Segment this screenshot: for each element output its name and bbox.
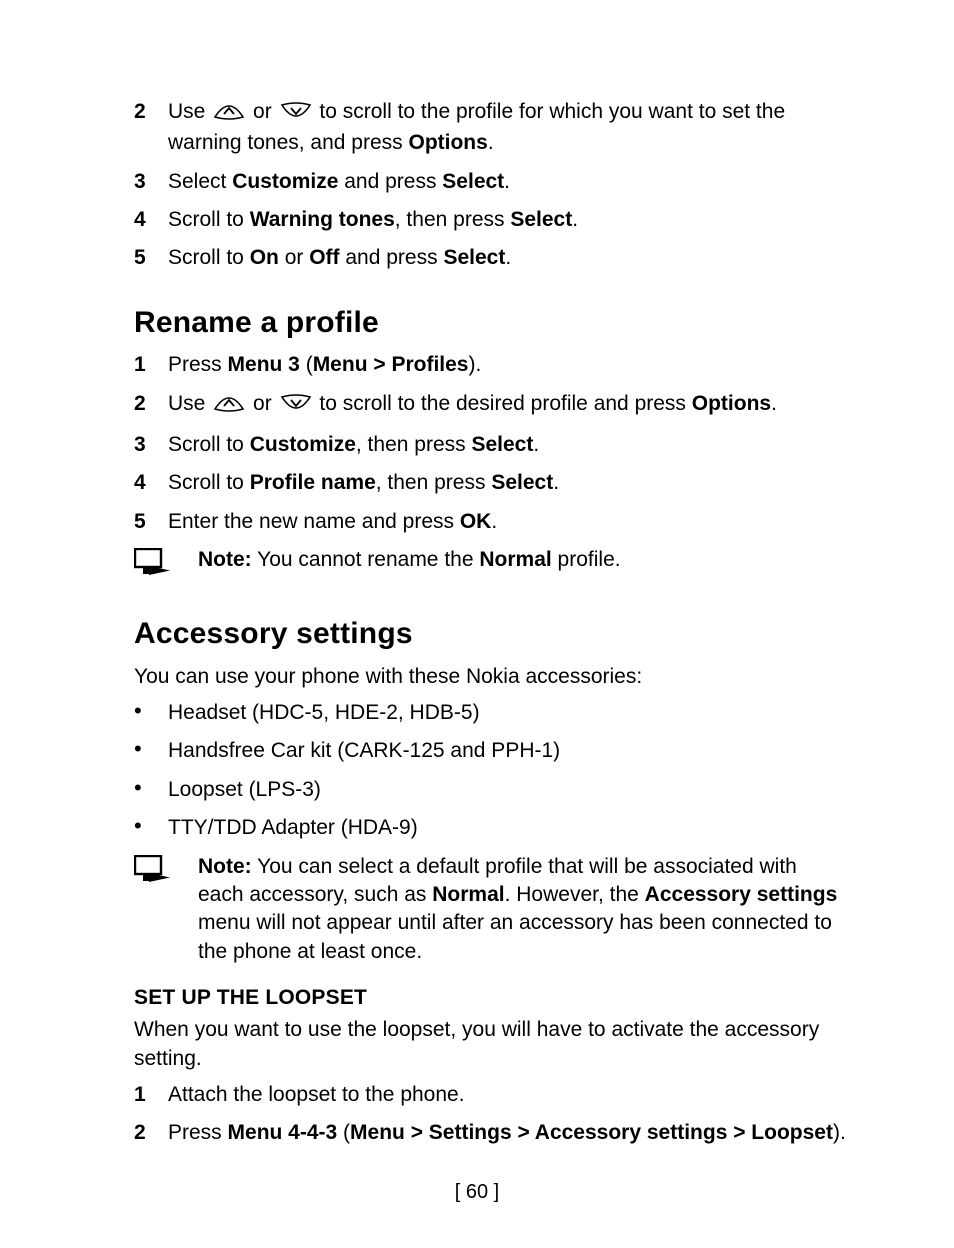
- note-block: Note: You can select a default profile t…: [134, 853, 848, 966]
- accessory-intro: You can use your phone with these Nokia …: [134, 663, 848, 691]
- scroll-up-icon: [212, 101, 246, 129]
- list-item: •Handsfree Car kit (CARK-125 and PPH-1): [134, 737, 848, 765]
- step-number: 4: [134, 206, 168, 234]
- bullet-icon: •: [134, 814, 168, 838]
- scroll-down-icon: [279, 393, 313, 421]
- note-text: Note: You cannot rename the Normal profi…: [198, 546, 848, 574]
- bullet-icon: •: [134, 737, 168, 761]
- note-icon: [134, 853, 198, 891]
- step-body: Press Menu 4-4-3 (Menu > Settings > Acce…: [168, 1119, 848, 1147]
- bullet-icon: •: [134, 699, 168, 723]
- step-item: 1 Press Menu 3 (Menu > Profiles).: [134, 351, 848, 379]
- loopset-steps: 1 Attach the loopset to the phone. 2 Pre…: [134, 1081, 848, 1148]
- step-item: 5 Enter the new name and press OK.: [134, 508, 848, 536]
- heading-accessory-settings: Accessory settings: [134, 614, 848, 655]
- list-item: •Headset (HDC-5, HDE-2, HDB-5): [134, 699, 848, 727]
- scroll-down-icon: [279, 101, 313, 129]
- step-number: 1: [134, 351, 168, 379]
- loopset-intro: When you want to use the loopset, you wi…: [134, 1016, 848, 1073]
- note-icon: [134, 546, 198, 584]
- step-body: Scroll to Profile name, then press Selec…: [168, 469, 848, 497]
- step-item: 3 Select Customize and press Select.: [134, 168, 848, 196]
- step-body: Scroll to Customize, then press Select.: [168, 431, 848, 459]
- step-item: 4 Scroll to Warning tones, then press Se…: [134, 206, 848, 234]
- step-number: 3: [134, 168, 168, 196]
- step-number: 1: [134, 1081, 168, 1109]
- warning-tones-steps: 2 Use or to scroll to the profile: [134, 98, 848, 273]
- step-body: Press Menu 3 (Menu > Profiles).: [168, 351, 848, 379]
- step-item: 1 Attach the loopset to the phone.: [134, 1081, 848, 1109]
- step-body: Enter the new name and press OK.: [168, 508, 848, 536]
- step-number: 2: [134, 390, 168, 418]
- step-item: 3 Scroll to Customize, then press Select…: [134, 431, 848, 459]
- heading-rename-profile: Rename a profile: [134, 303, 848, 344]
- manual-page: 2 Use or to scroll to the profile: [0, 0, 954, 1248]
- step-body: Use or to scroll to the profile for whic…: [168, 98, 848, 158]
- step-body: Use or to scroll to the desired profile …: [168, 390, 848, 421]
- rename-profile-steps: 1 Press Menu 3 (Menu > Profiles). 2 Use …: [134, 351, 848, 536]
- step-number: 4: [134, 469, 168, 497]
- note-text: Note: You can select a default profile t…: [198, 853, 848, 966]
- list-item: •Loopset (LPS-3): [134, 776, 848, 804]
- accessory-list: •Headset (HDC-5, HDE-2, HDB-5) •Handsfre…: [134, 699, 848, 842]
- step-item: 2 Use or to scroll to the profile: [134, 98, 848, 158]
- step-body: Attach the loopset to the phone.: [168, 1081, 848, 1109]
- list-item: •TTY/TDD Adapter (HDA-9): [134, 814, 848, 842]
- bullet-icon: •: [134, 776, 168, 800]
- step-number: 2: [134, 1119, 168, 1147]
- heading-loopset: SET UP THE LOOPSET: [134, 984, 848, 1012]
- step-body: Select Customize and press Select.: [168, 168, 848, 196]
- note-block: Note: You cannot rename the Normal profi…: [134, 546, 848, 584]
- step-number: 3: [134, 431, 168, 459]
- step-number: 5: [134, 508, 168, 536]
- page-number: [ 60 ]: [0, 1179, 954, 1206]
- step-body: Scroll to Warning tones, then press Sele…: [168, 206, 848, 234]
- step-body: Scroll to On or Off and press Select.: [168, 244, 848, 272]
- scroll-up-icon: [212, 393, 246, 421]
- step-number: 5: [134, 244, 168, 272]
- step-number: 2: [134, 98, 168, 126]
- step-item: 2 Use or to scroll to the desired: [134, 390, 848, 421]
- step-item: 2 Press Menu 4-4-3 (Menu > Settings > Ac…: [134, 1119, 848, 1147]
- step-item: 4 Scroll to Profile name, then press Sel…: [134, 469, 848, 497]
- step-item: 5 Scroll to On or Off and press Select.: [134, 244, 848, 272]
